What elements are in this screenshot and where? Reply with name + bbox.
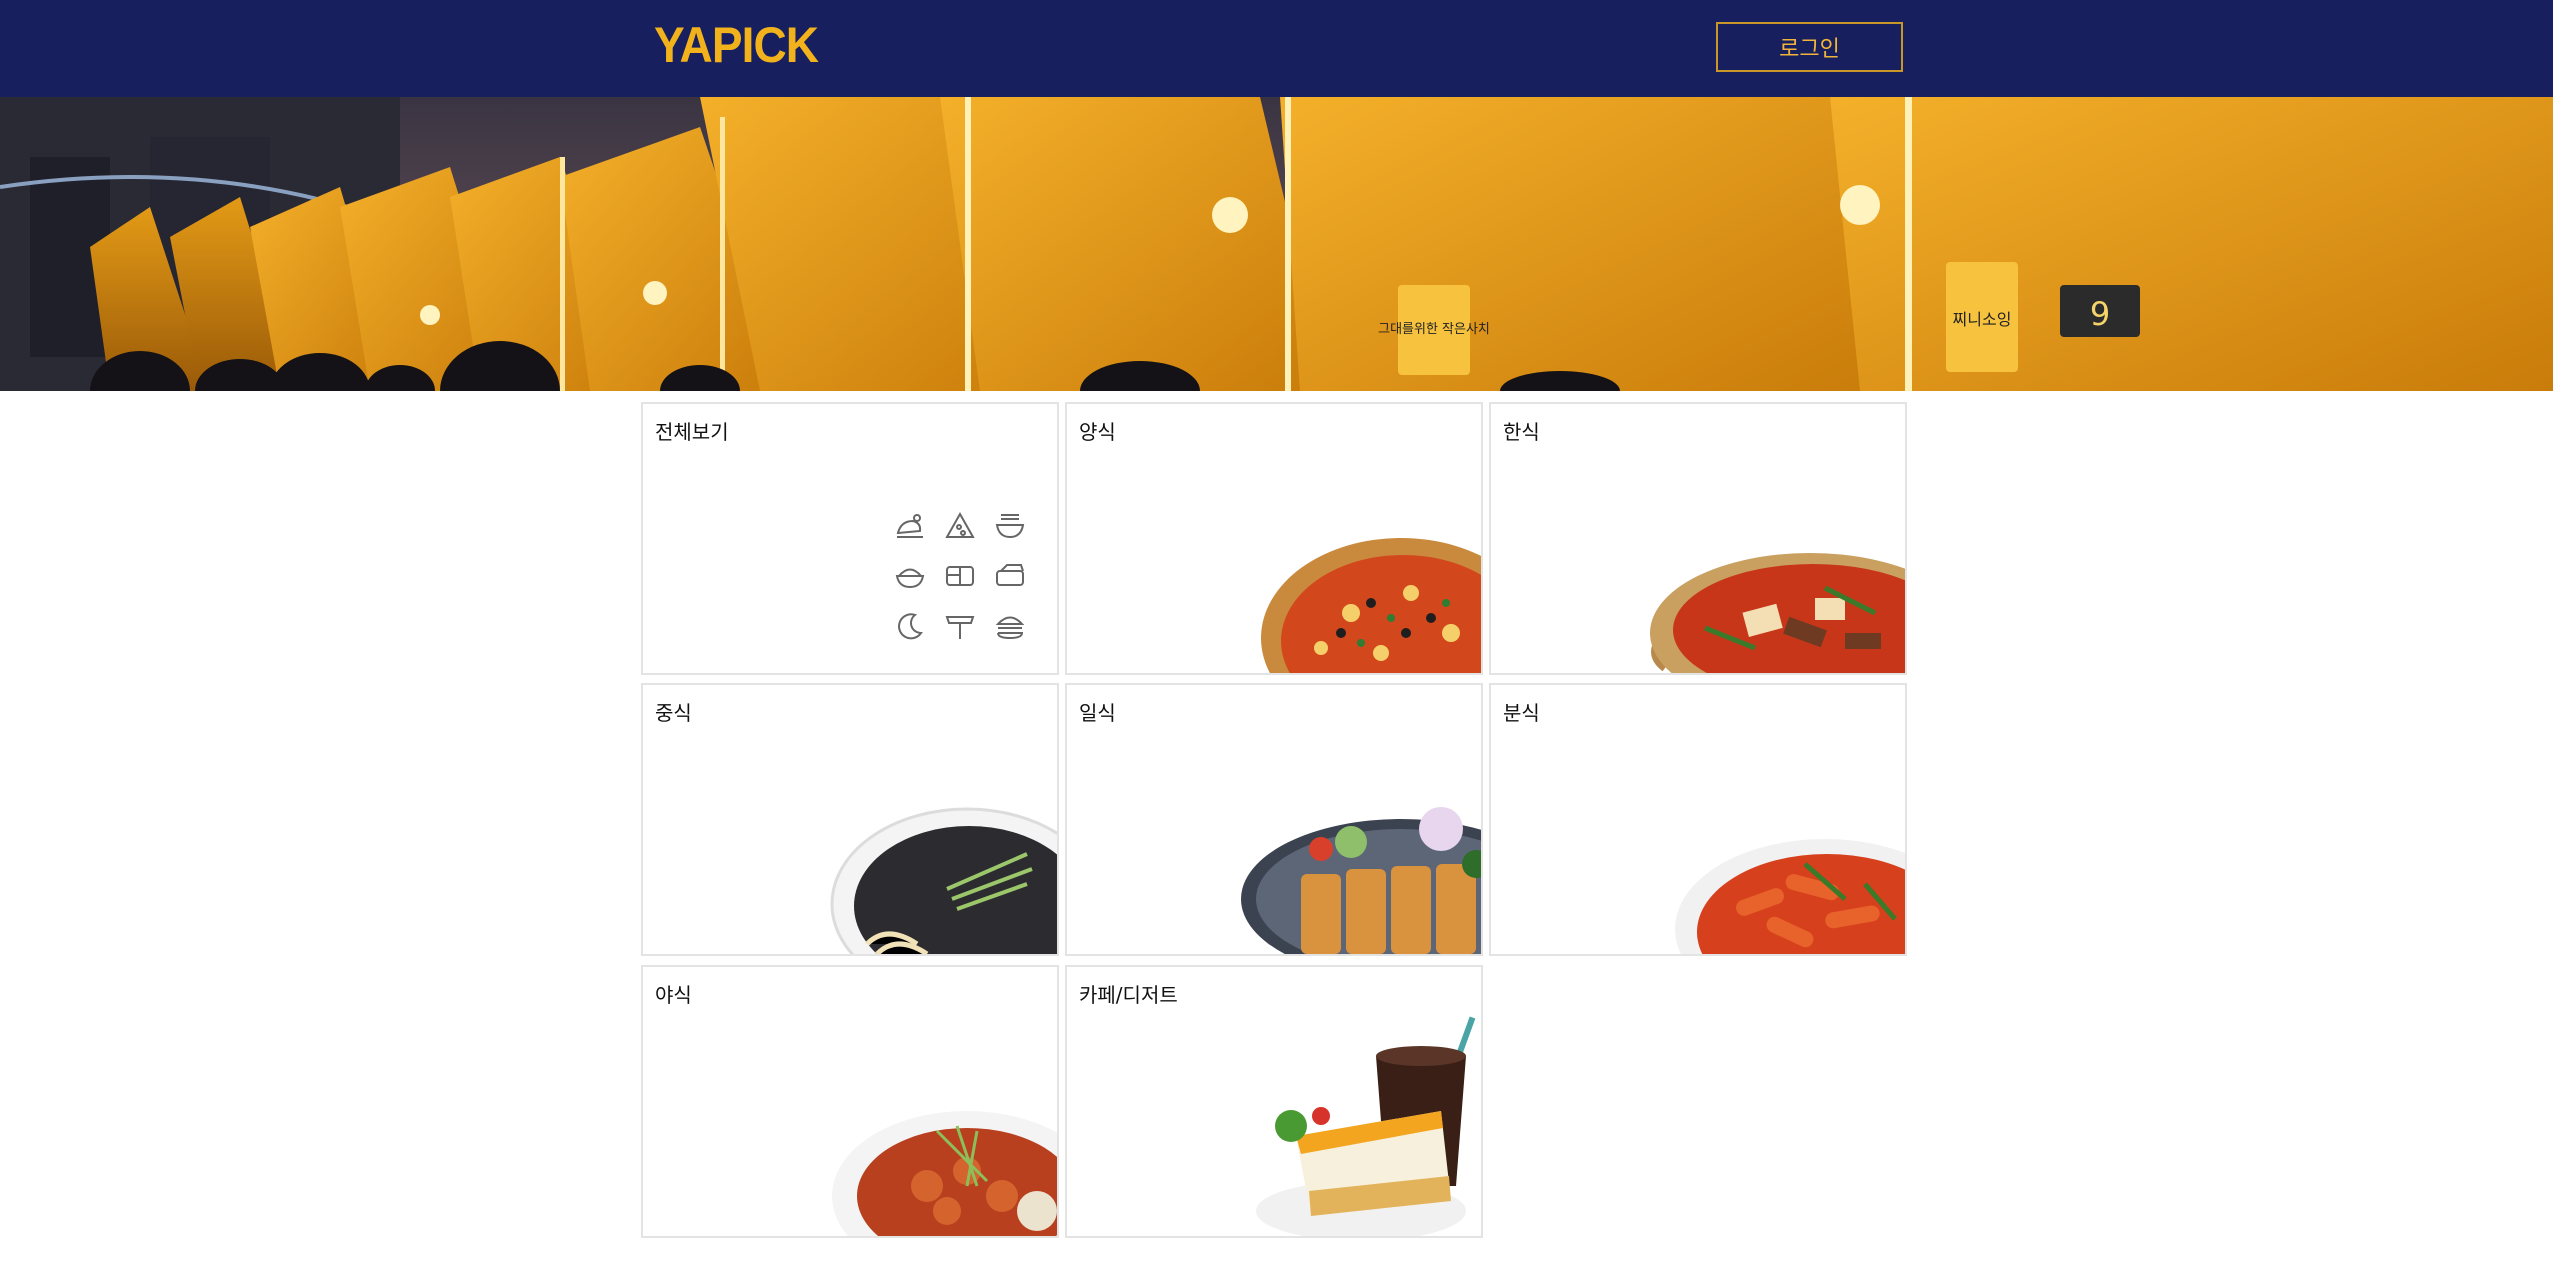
spicy-dish-image — [832, 1111, 1057, 1236]
category-card-cafe-dessert[interactable]: 카페/디저트 — [1065, 965, 1483, 1238]
category-card-western[interactable]: 양식 — [1065, 402, 1483, 675]
top-header: YAPICK 로그인 — [0, 0, 2553, 97]
hero-banner: 그대를위한 작은사치 찌니소잉 9 — [0, 97, 2553, 391]
banner-sign-3: 9 — [2090, 295, 2110, 333]
tonkatsu-image — [1241, 807, 1481, 954]
stew-image — [1650, 553, 1905, 673]
noodle-bowl-icon — [995, 514, 1025, 539]
login-button[interactable]: 로그인 — [1716, 22, 1903, 72]
moon-icon — [898, 613, 923, 640]
rice-bowl-icon — [895, 568, 925, 589]
category-label: 전체보기 — [655, 420, 729, 444]
category-card-late-night[interactable]: 야식 — [641, 965, 1059, 1238]
tteokbokki-image — [1675, 839, 1905, 954]
category-label: 중식 — [655, 701, 692, 725]
pizza-image — [1261, 538, 1481, 673]
chicken-icon — [896, 514, 923, 538]
food-icon-grid — [893, 509, 1043, 659]
night-market-tents-image: 그대를위한 작은사치 찌니소잉 9 — [0, 97, 2553, 391]
category-label: 일식 — [1079, 701, 1116, 725]
ice-cream-bar-icon — [945, 616, 975, 639]
bento-box-icon — [946, 566, 974, 586]
category-label: 양식 — [1079, 420, 1116, 444]
category-label: 야식 — [655, 983, 692, 1007]
jajangmyeon-image — [830, 807, 1057, 954]
category-card-japanese[interactable]: 일식 — [1065, 683, 1483, 956]
burger-icon — [995, 616, 1025, 640]
yapick-logo[interactable]: YAPICK — [654, 16, 819, 74]
banner-sign-1: 그대를위한 작은사치 — [1378, 322, 1490, 337]
cake-and-coffee-image — [1256, 1016, 1476, 1236]
category-card-chinese[interactable]: 중식 — [641, 683, 1059, 956]
category-card-korean[interactable]: 한식 — [1489, 402, 1907, 675]
category-card-all[interactable]: 전체보기 — [641, 402, 1059, 675]
sandwich-icon — [996, 564, 1024, 586]
banner-sign-2: 찌니소잉 — [1953, 310, 2012, 329]
category-label: 카페/디저트 — [1079, 983, 1178, 1007]
pizza-slice-icon — [945, 511, 975, 538]
category-label: 한식 — [1503, 420, 1540, 444]
category-card-snack[interactable]: 분식 — [1489, 683, 1907, 956]
category-label: 분식 — [1503, 701, 1540, 725]
